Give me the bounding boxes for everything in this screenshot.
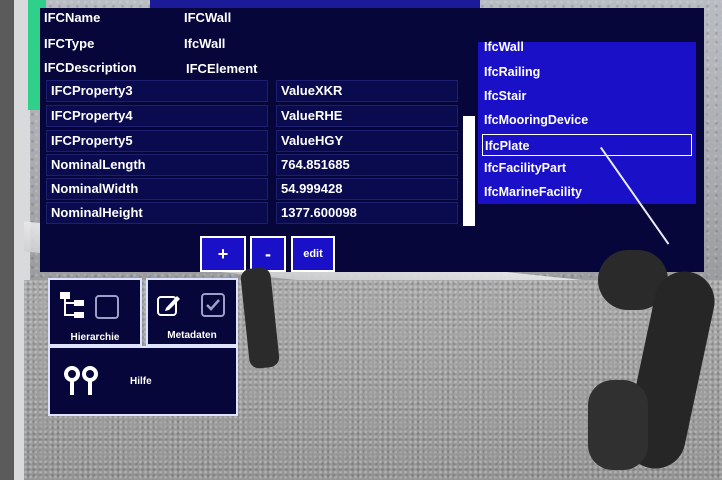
property-value-ifcproperty4[interactable]: ValueRHE xyxy=(276,105,458,127)
add-button[interactable]: + xyxy=(200,236,246,272)
metadata-tool-button[interactable]: Metadaten xyxy=(146,278,238,346)
property-value-nominallength[interactable]: 764.851685 xyxy=(276,154,458,176)
help-tool-button[interactable]: Hilfe xyxy=(48,346,238,416)
hierarchy-tool-button[interactable]: Hierarchie xyxy=(48,278,142,346)
property-key-nominallength[interactable]: NominalLength xyxy=(46,154,268,176)
checkbox-icon xyxy=(95,295,119,319)
property-value-nominalheight[interactable]: 1377.600098 xyxy=(276,202,458,224)
property-key-nominalheight[interactable]: NominalHeight xyxy=(46,202,268,224)
help-label: Hilfe xyxy=(130,376,152,387)
remove-button[interactable]: - xyxy=(250,236,286,272)
hierarchy-icon xyxy=(60,292,84,318)
property-value-ifcname: IFCWall xyxy=(184,10,232,25)
property-key-nominalwidth[interactable]: NominalWidth xyxy=(46,178,268,200)
controller-base xyxy=(588,380,648,470)
list-item-ifcwall[interactable]: IfcWall xyxy=(482,36,692,58)
property-value-ifcdescription: IFCElement xyxy=(186,61,258,76)
property-value-ifctype: IfcWall xyxy=(184,36,226,51)
property-value-ifcproperty5[interactable]: ValueHGY xyxy=(276,130,458,152)
hierarchy-label: Hierarchie xyxy=(70,332,120,343)
list-item-ifcstair[interactable]: IfcStair xyxy=(482,85,692,107)
property-value-nominalwidth[interactable]: 54.999428 xyxy=(276,178,458,200)
ifc-type-list: IfcWall IfcRailing IfcStair IfcMooringDe… xyxy=(478,40,696,204)
list-item-ifcmarinefacility[interactable]: IfcMarineFacility xyxy=(482,181,692,203)
property-scrollbar[interactable] xyxy=(463,116,475,226)
help-icon xyxy=(64,366,98,395)
list-item-ifcfacilitypart[interactable]: IfcFacilityPart xyxy=(482,157,692,179)
property-key-ifcproperty4[interactable]: IFCProperty4 xyxy=(46,105,268,127)
edit-button[interactable]: edit xyxy=(291,236,335,272)
list-item-ifcmooringdevice[interactable]: IfcMooringDevice xyxy=(482,109,692,131)
edit-note-icon xyxy=(157,296,180,316)
metadata-label: Metadaten xyxy=(167,330,217,341)
property-value-ifcproperty3[interactable]: ValueXKR xyxy=(276,80,458,102)
property-key-ifcproperty3[interactable]: IFCProperty3 xyxy=(46,80,268,102)
property-key-ifcdescription: IFCDescription xyxy=(44,60,137,75)
property-key-ifctype: IFCType xyxy=(44,36,95,51)
property-key-ifcname: IFCName xyxy=(44,10,101,25)
property-key-ifcproperty5[interactable]: IFCProperty5 xyxy=(46,130,268,152)
checked-checkbox-icon xyxy=(201,293,225,317)
left-wall xyxy=(0,0,14,480)
list-item-ifcplate-selected[interactable]: IfcPlate xyxy=(482,134,692,156)
list-item-ifcrailing[interactable]: IfcRailing xyxy=(482,61,692,83)
